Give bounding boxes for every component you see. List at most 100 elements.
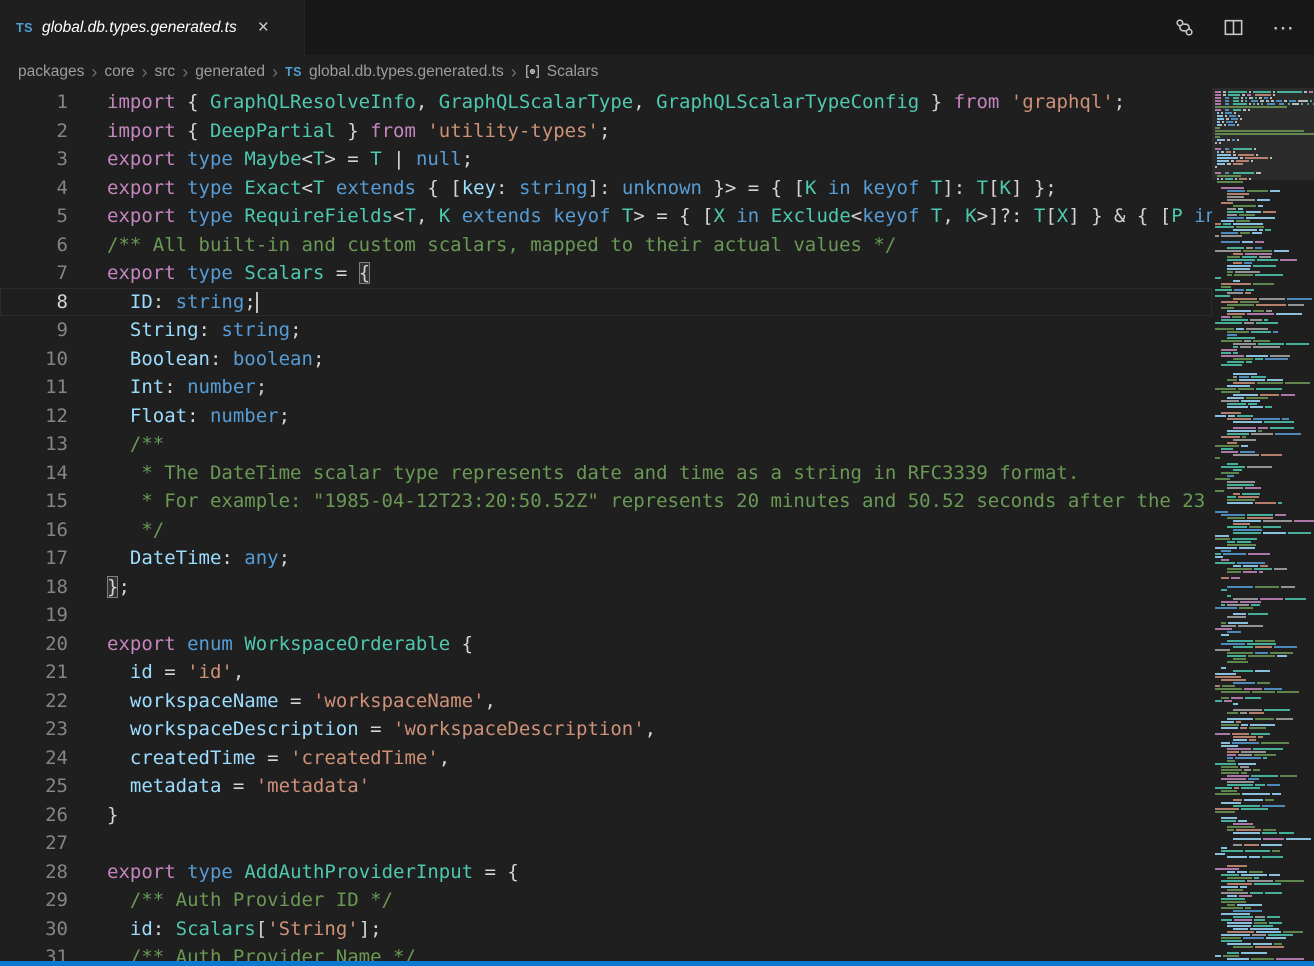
vscode-window: TS global.db.types.generated.ts × ⋯: [0, 0, 1314, 966]
code-line[interactable]: 25 metadata = 'metadata': [0, 772, 1212, 801]
code-line[interactable]: 16 */: [0, 516, 1212, 545]
code-line-content: /**: [68, 430, 164, 459]
code-line-content: Float: number;: [68, 402, 290, 431]
minimap-content: [1212, 88, 1314, 961]
line-number: 20: [0, 630, 68, 659]
tab-title: global.db.types.generated.ts: [42, 19, 237, 37]
line-number: 26: [0, 801, 68, 830]
code-line[interactable]: 15 * For example: "1985-04-12T23:20:50.5…: [0, 487, 1212, 516]
code-line-content: * For example: "1985-04-12T23:20:50.52Z"…: [68, 487, 1205, 516]
code-line-content: id: Scalars['String'];: [68, 915, 382, 944]
editor-actions: ⋯: [1174, 0, 1314, 55]
line-number: 16: [0, 516, 68, 545]
line-number: 13: [0, 430, 68, 459]
code-line[interactable]: 29 /** Auth Provider ID */: [0, 886, 1212, 915]
chevron-right-icon: ›: [142, 63, 148, 81]
code-line[interactable]: 26}: [0, 801, 1212, 830]
line-number: 18: [0, 573, 68, 602]
code-line-content: /** Auth Provider ID */: [68, 886, 393, 915]
code-line[interactable]: 12 Float: number;: [0, 402, 1212, 431]
code-line-content: id = 'id',: [68, 658, 244, 687]
code-line[interactable]: 30 id: Scalars['String'];: [0, 915, 1212, 944]
line-number: 1: [0, 88, 68, 117]
open-changes-icon[interactable]: [1174, 17, 1195, 38]
line-number: 11: [0, 373, 68, 402]
code-line-content: createdTime = 'createdTime',: [68, 744, 450, 773]
editor-tab-bar: TS global.db.types.generated.ts × ⋯: [0, 0, 1314, 55]
split-editor-icon[interactable]: [1223, 17, 1244, 38]
code-line[interactable]: 20export enum WorkspaceOrderable {: [0, 630, 1212, 659]
code-line[interactable]: 10 Boolean: boolean;: [0, 345, 1212, 374]
code-line[interactable]: 2import { DeepPartial } from 'utility-ty…: [0, 117, 1212, 146]
code-line[interactable]: 13 /**: [0, 430, 1212, 459]
code-line-content: /** All built-in and custom scalars, map…: [68, 231, 896, 260]
code-line-content: ID: string;: [68, 288, 258, 317]
code-area[interactable]: 1import { GraphQLResolveInfo, GraphQLSca…: [0, 88, 1212, 961]
code-line[interactable]: 6/** All built-in and custom scalars, ma…: [0, 231, 1212, 260]
code-line-content: import { DeepPartial } from 'utility-typ…: [68, 117, 610, 146]
tab-global-db-types-generated[interactable]: TS global.db.types.generated.ts ×: [0, 0, 305, 55]
code-line[interactable]: 31 /** Auth Provider Name */: [0, 943, 1212, 961]
line-number: 3: [0, 145, 68, 174]
line-number: 4: [0, 174, 68, 203]
code-line[interactable]: 11 Int: number;: [0, 373, 1212, 402]
breadcrumb-item-generated[interactable]: generated: [195, 63, 265, 81]
code-line[interactable]: 27: [0, 829, 1212, 858]
typescript-file-icon: TS: [285, 65, 302, 79]
code-line[interactable]: 9 String: string;: [0, 316, 1212, 345]
code-line[interactable]: 22 workspaceName = 'workspaceName',: [0, 687, 1212, 716]
line-number: 22: [0, 687, 68, 716]
code-line-content: workspaceDescription = 'workspaceDescrip…: [68, 715, 656, 744]
code-line[interactable]: 28export type AddAuthProviderInput = {: [0, 858, 1212, 887]
minimap[interactable]: [1212, 88, 1314, 961]
code-line-content: import { GraphQLResolveInfo, GraphQLScal…: [68, 88, 1125, 117]
line-number: 25: [0, 772, 68, 801]
code-line[interactable]: 17 DateTime: any;: [0, 544, 1212, 573]
line-number: 6: [0, 231, 68, 260]
code-line[interactable]: 4export type Exact<T extends { [key: str…: [0, 174, 1212, 203]
code-line-content: export enum WorkspaceOrderable {: [68, 630, 473, 659]
breadcrumb-file[interactable]: global.db.types.generated.ts: [309, 63, 504, 81]
code-line[interactable]: 5export type RequireFields<T, K extends …: [0, 202, 1212, 231]
breadcrumb-item-src[interactable]: src: [155, 63, 176, 81]
code-line-content: Int: number;: [68, 373, 267, 402]
breadcrumb-item-packages[interactable]: packages: [18, 63, 84, 81]
more-actions-icon[interactable]: ⋯: [1272, 17, 1294, 39]
line-number: 21: [0, 658, 68, 687]
line-number: 23: [0, 715, 68, 744]
code-line[interactable]: 7export type Scalars = {: [0, 259, 1212, 288]
chevron-right-icon: ›: [182, 63, 188, 81]
code-line[interactable]: 1import { GraphQLResolveInfo, GraphQLSca…: [0, 88, 1212, 117]
code-line[interactable]: 14 * The DateTime scalar type represents…: [0, 459, 1212, 488]
line-number: 12: [0, 402, 68, 431]
code-line[interactable]: 3export type Maybe<T> = T | null;: [0, 145, 1212, 174]
code-line[interactable]: 21 id = 'id',: [0, 658, 1212, 687]
code-line-content: String: string;: [68, 316, 302, 345]
breadcrumb: packages › core › src › generated › TS g…: [0, 55, 1314, 88]
line-number: 8: [0, 288, 68, 317]
chevron-right-icon: ›: [91, 63, 97, 81]
code-line[interactable]: 23 workspaceDescription = 'workspaceDesc…: [0, 715, 1212, 744]
code-line[interactable]: 18};: [0, 573, 1212, 602]
tab-close-icon[interactable]: ×: [258, 18, 269, 37]
code-line-content: workspaceName = 'workspaceName',: [68, 687, 496, 716]
editor: 1import { GraphQLResolveInfo, GraphQLSca…: [0, 88, 1314, 961]
code-line[interactable]: 24 createdTime = 'createdTime',: [0, 744, 1212, 773]
code-line-content: DateTime: any;: [68, 544, 290, 573]
breadcrumb-item-core[interactable]: core: [104, 63, 134, 81]
code-line[interactable]: 8 ID: string;: [0, 288, 1212, 317]
line-number: 31: [0, 943, 68, 961]
code-line-content: export type RequireFields<T, K extends k…: [68, 202, 1212, 231]
code-line-content: [68, 829, 107, 858]
code-line-content: Boolean: boolean;: [68, 345, 324, 374]
breadcrumb-symbol-scalars[interactable]: Scalars: [547, 63, 599, 81]
line-number: 30: [0, 915, 68, 944]
chevron-right-icon: ›: [511, 63, 517, 81]
line-number: 14: [0, 459, 68, 488]
line-number: 15: [0, 487, 68, 516]
line-number: 29: [0, 886, 68, 915]
code-line[interactable]: 19: [0, 601, 1212, 630]
line-number: 19: [0, 601, 68, 630]
status-bar: [0, 961, 1314, 966]
chevron-right-icon: ›: [272, 63, 278, 81]
